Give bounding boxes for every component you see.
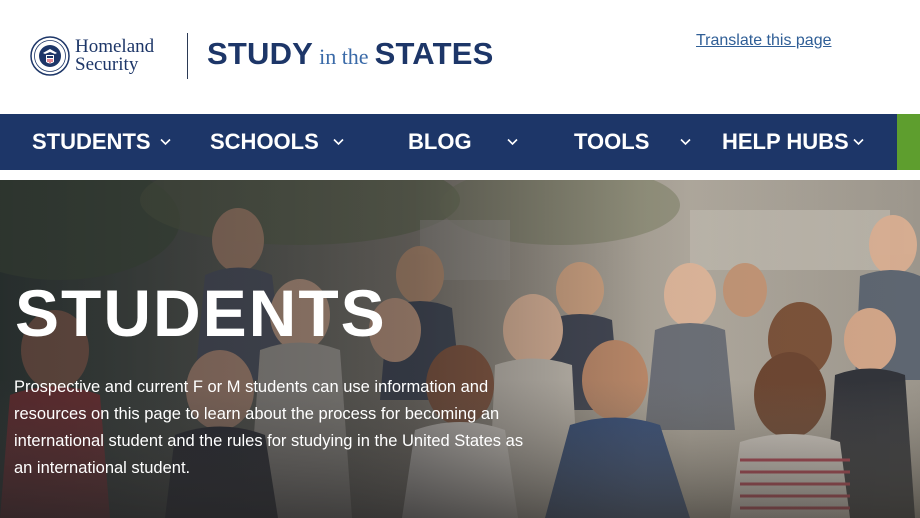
study-in-the-states-logo[interactable]: STUDY in the STATES bbox=[207, 36, 493, 72]
main-nav: STUDENTS SCHOOLS BLOG TOOLS HELP HUBS bbox=[0, 114, 897, 170]
nav-item-tools[interactable]: TOOLS bbox=[574, 114, 649, 170]
dhs-logo-link[interactable]: Homeland Security bbox=[30, 36, 154, 76]
nav-item-blog[interactable]: BLOG bbox=[408, 114, 472, 170]
logo-states: STATES bbox=[374, 36, 494, 71]
nav-item-schools[interactable]: SCHOOLS bbox=[210, 114, 319, 170]
logo-in-the: in the bbox=[319, 44, 369, 69]
dhs-wordmark-line2: Security bbox=[75, 54, 139, 75]
chevron-down-icon[interactable] bbox=[160, 114, 171, 170]
nav-item-students[interactable]: STUDENTS bbox=[32, 114, 151, 170]
nav-spacer bbox=[0, 170, 920, 180]
dhs-seal-icon bbox=[30, 36, 70, 76]
nav-item-help-hubs[interactable]: HELP HUBS bbox=[722, 114, 849, 170]
dhs-wordmark: Homeland Security bbox=[75, 37, 154, 75]
logo-study: STUDY bbox=[207, 36, 314, 71]
translate-page-link[interactable]: Translate this page bbox=[696, 32, 831, 50]
chevron-down-icon[interactable] bbox=[333, 114, 344, 170]
chevron-down-icon[interactable] bbox=[853, 114, 864, 170]
hero-description: Prospective and current F or M students … bbox=[14, 378, 524, 477]
nav-accent-bar bbox=[897, 114, 920, 170]
site-header: Homeland Security STUDY in the STATES Tr… bbox=[0, 0, 920, 114]
chevron-down-icon[interactable] bbox=[507, 114, 518, 170]
logo-divider bbox=[187, 33, 188, 79]
chevron-down-icon[interactable] bbox=[680, 114, 691, 170]
hero-title: STUDENTS bbox=[15, 276, 387, 350]
hero-banner: STUDENTS Prospective and current F or M … bbox=[0, 180, 920, 518]
